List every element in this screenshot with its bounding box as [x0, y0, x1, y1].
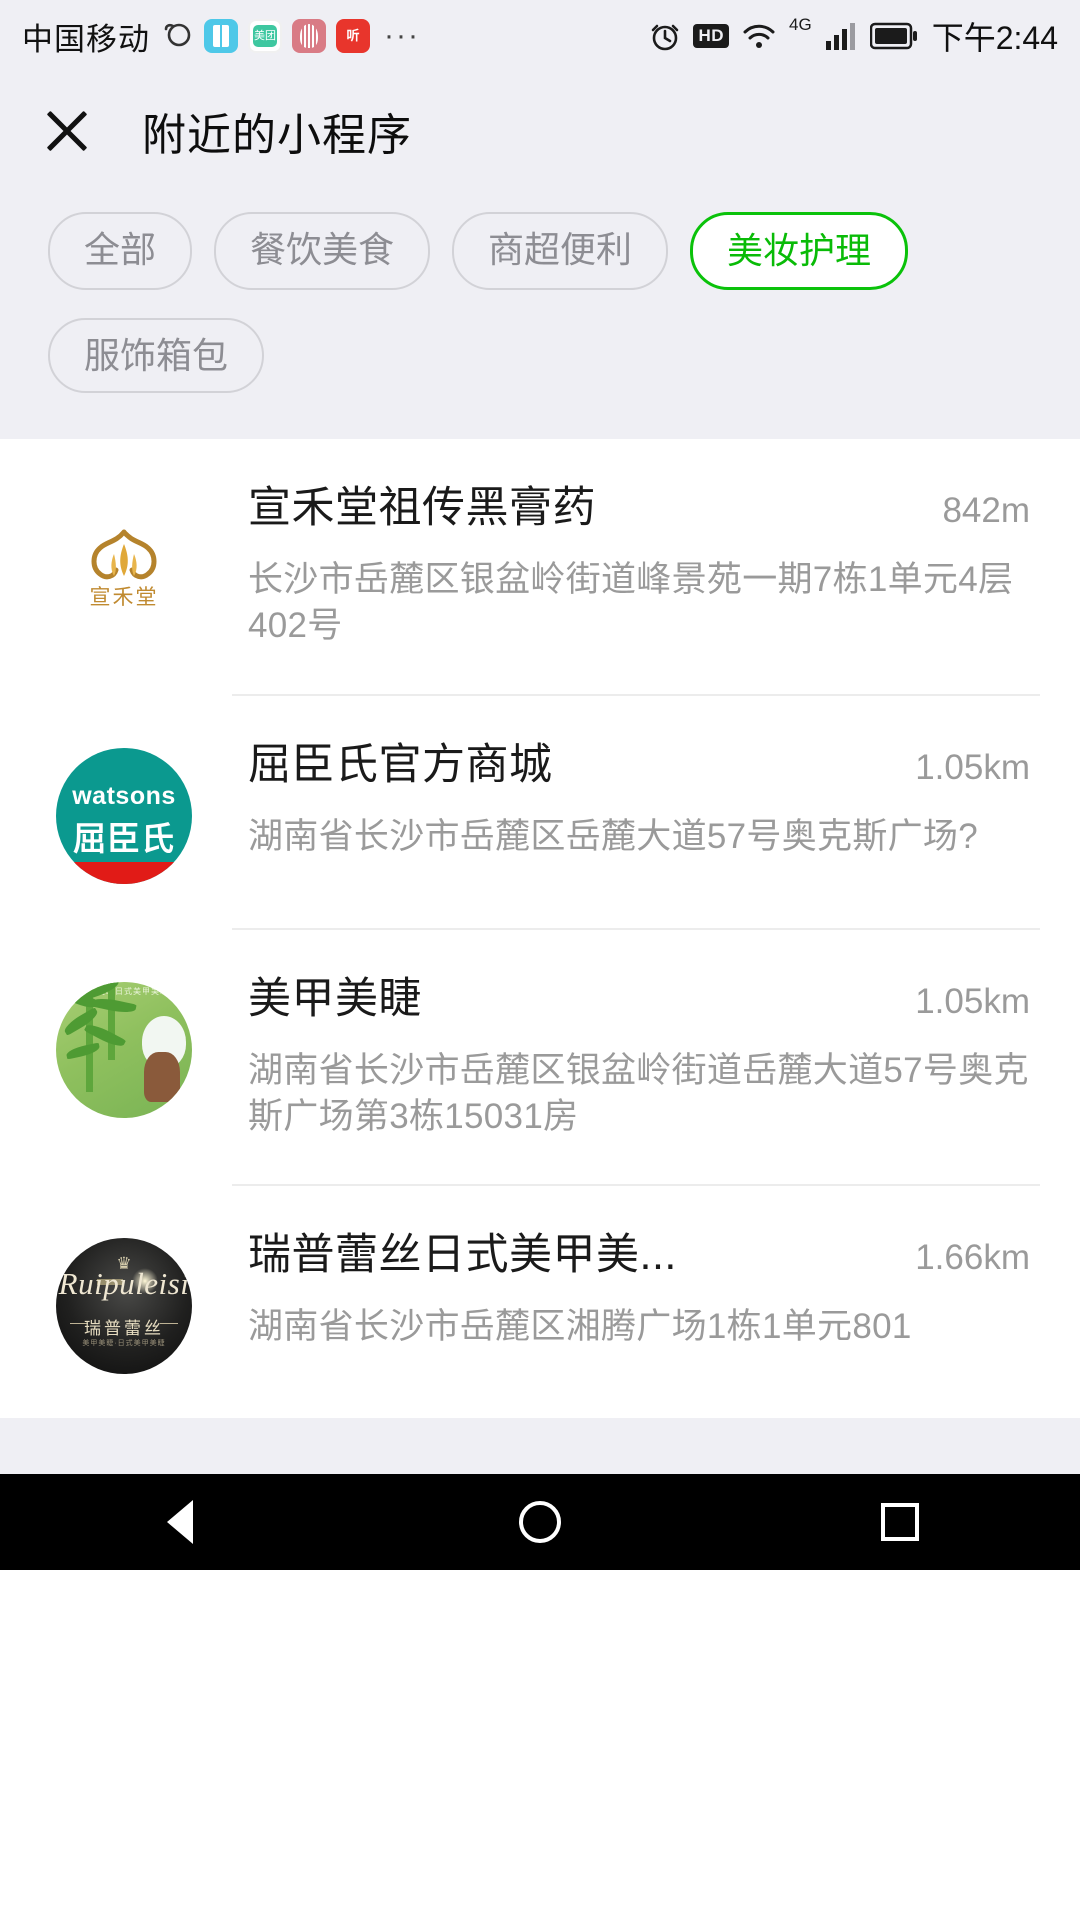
filter-chip-all[interactable]: 全部	[48, 212, 193, 290]
status-bar: 中国移动 美团 听 ··· HD 4G 下午2:44	[0, 0, 1080, 72]
list-item-body: 瑞普蕾丝日式美甲美... 1.66km 湖南省长沙市岳麓区湘腾广场1栋1单元80…	[248, 1220, 1040, 1350]
shop-name: 美甲美睫	[248, 974, 422, 1023]
home-circle-icon[interactable]	[517, 1499, 563, 1545]
hd-badge: HD	[693, 24, 730, 48]
list-item-title-line: 美甲美睫 1.05km	[248, 964, 1030, 1026]
bamboo-stalk	[108, 981, 115, 1060]
shop-name: 屈臣氏官方商城	[248, 740, 553, 789]
shop-name: 瑞普蕾丝日式美甲美...	[248, 1230, 677, 1279]
distance-label: 842m	[942, 491, 1030, 531]
row-spacer	[0, 1140, 1080, 1184]
list-item-body: 美甲美睫 1.05km 湖南省长沙市岳麓区银盆岭街道岳麓大道57号奥克斯广场第3…	[248, 964, 1040, 1140]
list-item-body: 宣禾堂祖传黑膏药 842m 长沙市岳麓区银盆岭街道峰景苑一期7栋1单元4层402…	[248, 473, 1040, 649]
watsons-logo: watsons 屈臣氏	[56, 747, 192, 884]
alarm-icon	[649, 20, 681, 52]
android-navigation-bar	[0, 1473, 1080, 1570]
weather-icon	[160, 19, 194, 53]
list-item-title-line: 瑞普蕾丝日式美甲美... 1.66km	[248, 1220, 1030, 1282]
list-item-body: 屈臣氏官方商城 1.05km 湖南省长沙市岳麓区岳麓大道57号奥克斯广场?	[248, 730, 1040, 860]
category-filter-bar: 全部 餐饮美食 商超便利 美妆护理 服饰箱包	[0, 190, 1080, 440]
page-title: 附近的小程序	[142, 111, 412, 160]
list-item[interactable]: 美甲美睫日式美甲美睫 美甲美睫 1.05km 湖南省长沙市岳麓区银盆岭街道岳麓大…	[0, 930, 1080, 1140]
list-item-title-line: 宣禾堂祖传黑膏药 842m	[248, 473, 1030, 535]
list-item[interactable]: watsons 屈臣氏 屈臣氏官方商城 1.05km 湖南省长沙市岳麓区岳麓大道…	[0, 696, 1080, 884]
screen-root: 中国移动 美团 听 ··· HD 4G 下午2:44 附近的小程序 全部 餐饮美…	[0, 0, 1080, 1920]
model-hair	[144, 1051, 180, 1102]
shop-address: 湖南省长沙市岳麓区湘腾广场1栋1单元801	[248, 1306, 912, 1346]
row-spacer	[0, 1374, 1080, 1418]
reader-icon	[204, 19, 238, 53]
bamboo-leaf	[65, 1042, 101, 1059]
recents-square-icon[interactable]	[877, 1499, 923, 1545]
ruipuleisi-logo: ♛ Ruipuleisi 瑞普蕾丝 美甲美睫·日式美甲美睫	[56, 1237, 192, 1374]
filter-chip-apparel[interactable]: 服饰箱包	[48, 317, 265, 394]
page-header: 附近的小程序	[0, 72, 1080, 190]
filter-chip-food[interactable]: 餐饮美食	[214, 212, 431, 290]
meituan-icon-label: 美团	[253, 25, 277, 47]
wifi-icon	[741, 21, 777, 51]
ruipuleisi-logo-text-cn: 瑞普蕾丝	[84, 1318, 164, 1338]
shop-address: 湖南省长沙市岳麓区岳麓大道57号奥克斯广场?	[248, 816, 978, 856]
signal-bars-icon	[824, 21, 858, 51]
watsons-logo-text-en: watsons	[72, 781, 176, 810]
row-spacer	[0, 884, 1080, 928]
watsons-logo-text-cn: 屈臣氏	[73, 819, 175, 857]
status-bar-left: 中国移动 美团 听 ···	[22, 14, 649, 59]
filter-chip-convenience[interactable]: 商超便利	[452, 212, 669, 290]
xuanhetang-logo-text: 宣禾堂	[89, 585, 159, 610]
list-item[interactable]: ♛ Ruipuleisi 瑞普蕾丝 美甲美睫·日式美甲美睫 瑞普蕾丝日式美甲美.…	[0, 1186, 1080, 1374]
status-bar-right: HD 4G 下午2:44	[649, 13, 1058, 59]
shop-name: 宣禾堂祖传黑膏药	[248, 484, 596, 533]
nearby-miniprogram-list: 宣禾堂 宣禾堂祖传黑膏药 842m 长沙市岳麓区银盆岭街道峰景苑一期7栋1单元4…	[0, 439, 1080, 1418]
ting-icon: 听	[336, 19, 370, 53]
carrier-label: 中国移动	[22, 21, 150, 57]
close-icon[interactable]	[40, 104, 94, 158]
distance-label: 1.05km	[915, 747, 1030, 787]
distance-label: 1.66km	[915, 1237, 1030, 1277]
row-spacer	[0, 650, 1080, 694]
ruipuleisi-logo-script: Ruipuleisi	[58, 1265, 190, 1301]
bottom-spacer	[0, 1417, 1080, 1474]
shop-address: 长沙市岳麓区银盆岭街道峰景苑一期7栋1单元4层402号	[248, 560, 1014, 646]
list-item-title-line: 屈臣氏官方商城 1.05km	[248, 730, 1030, 792]
filter-chip-beauty[interactable]: 美妆护理	[690, 212, 909, 290]
ruipuleisi-logo-tagline: 美甲美睫·日式美甲美睫	[82, 1339, 166, 1347]
watsons-red-band	[56, 861, 192, 884]
huawei-icon	[292, 19, 326, 53]
status-time: 下午2:44	[931, 20, 1058, 56]
meituan-icon: 美团	[248, 19, 282, 53]
xuanhetang-logo: 宣禾堂	[56, 491, 192, 628]
battery-icon	[869, 22, 918, 50]
shop-address: 湖南省长沙市岳麓区银盆岭街道岳麓大道57号奥克斯广场第3栋15031房	[248, 1050, 1029, 1136]
distance-label: 1.05km	[915, 981, 1030, 1021]
status-overflow-icon: ···	[384, 19, 420, 52]
back-triangle-icon[interactable]	[157, 1499, 203, 1545]
list-item[interactable]: 宣禾堂 宣禾堂祖传黑膏药 842m 长沙市岳麓区银盆岭街道峰景苑一期7栋1单元4…	[0, 439, 1080, 649]
network-type-label: 4G	[789, 15, 812, 34]
bamboo-photo-logo: 美甲美睫日式美甲美睫	[56, 981, 192, 1118]
